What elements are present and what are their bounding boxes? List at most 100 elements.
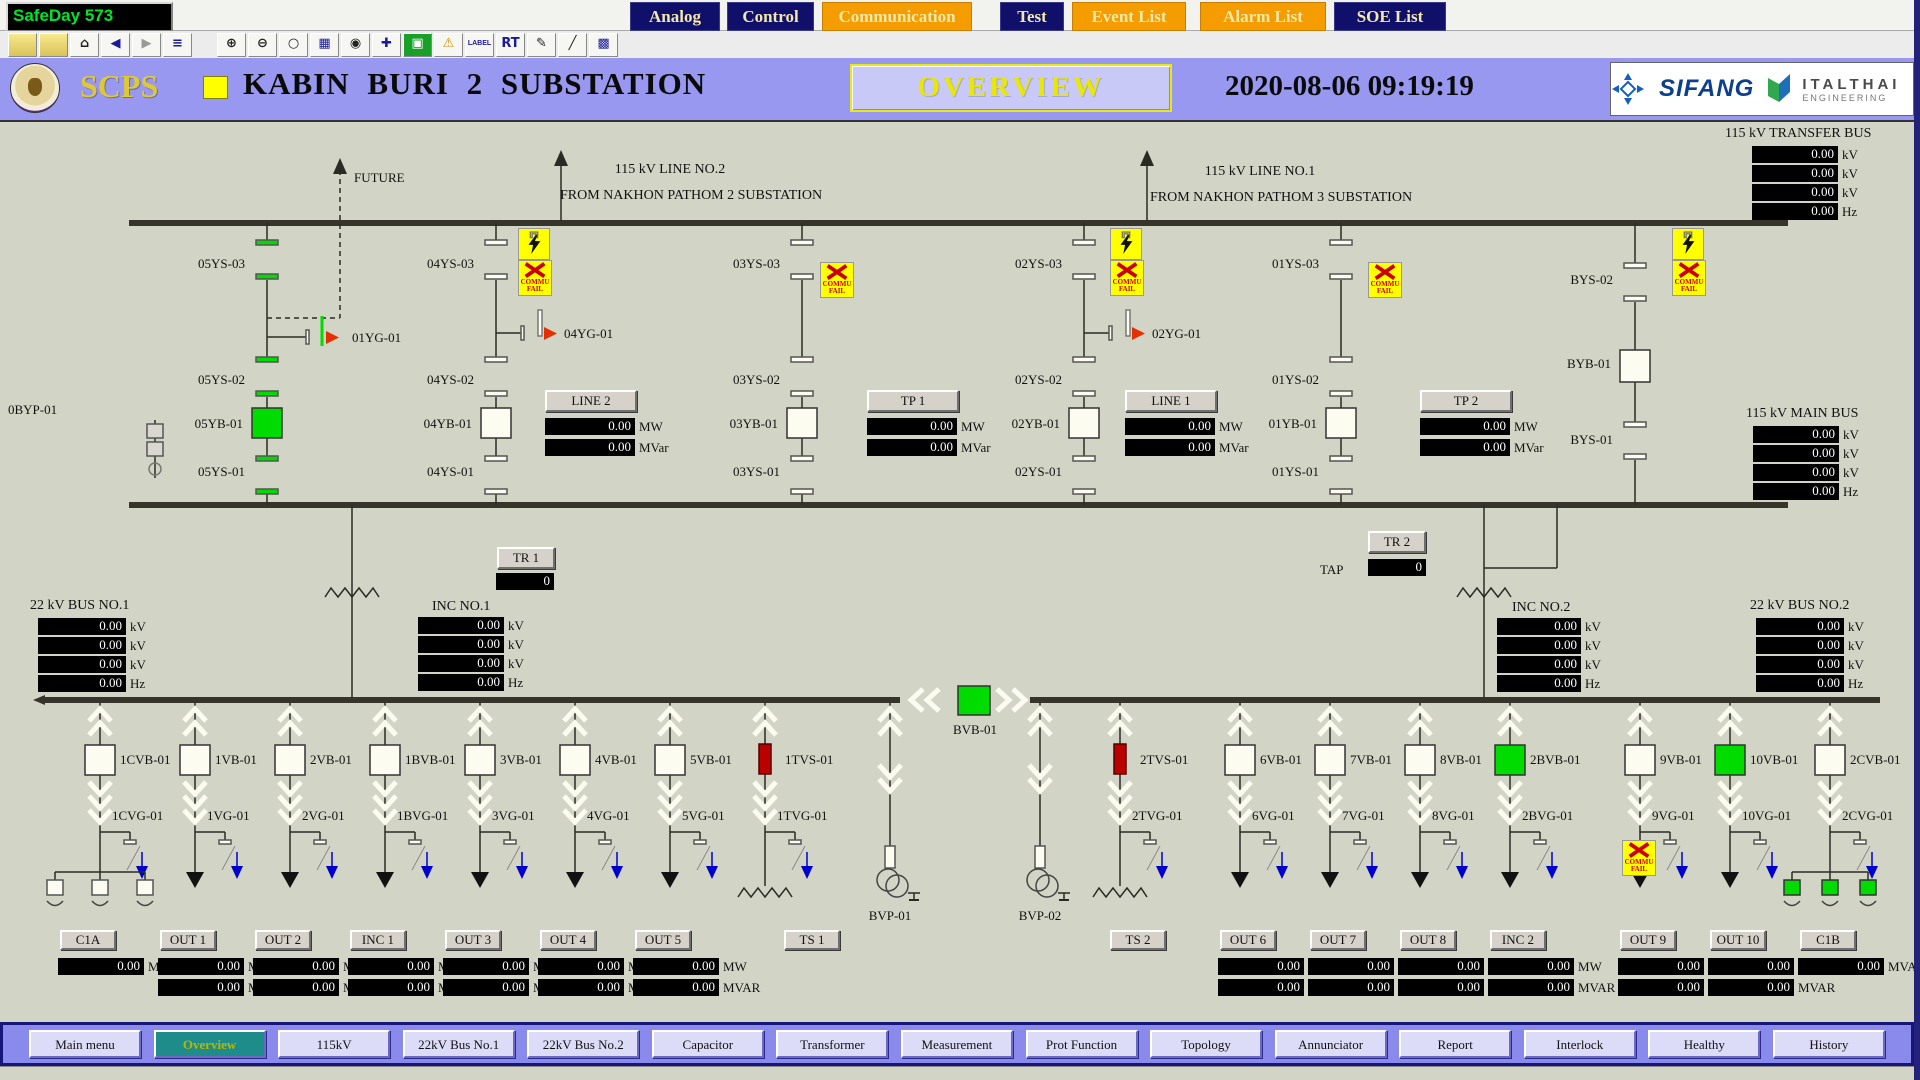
breaker-9VB-01[interactable] (1625, 745, 1655, 775)
breaker-1VB-01[interactable] (180, 745, 210, 775)
panel-button-out10[interactable]: OUT 10 (1710, 930, 1766, 950)
breaker-10VB-01[interactable] (1715, 745, 1745, 775)
open-file-icon[interactable] (8, 33, 37, 57)
breaker-6VB-01[interactable] (1225, 745, 1255, 775)
panel-button-inc2[interactable]: INC 2 (1490, 930, 1546, 950)
analog-button[interactable]: Analog (630, 2, 720, 31)
control-button[interactable]: Control (727, 2, 814, 31)
panel-4-row0-value: 0.00 (443, 958, 529, 975)
nav-main-menu[interactable]: Main menu (29, 1030, 141, 1058)
test-button[interactable]: Test (1000, 2, 1064, 31)
open-folder-icon[interactable] (39, 33, 68, 57)
list-icon[interactable]: ≡ (163, 33, 192, 57)
overview-page-button[interactable]: OVERVIEW (850, 64, 1172, 112)
nav-report[interactable]: Report (1399, 1030, 1511, 1058)
breaker-01YB-01[interactable] (1326, 408, 1356, 438)
edit-icon[interactable]: ✎ (527, 33, 556, 57)
label-icon[interactable]: LABEL (465, 33, 494, 57)
tr2-tap-value: 0 (1368, 559, 1426, 576)
alarm-list-button[interactable]: Alarm List (1200, 2, 1326, 31)
breaker-2VB-01[interactable] (275, 745, 305, 775)
panel-button-out9[interactable]: OUT 9 (1620, 930, 1676, 950)
inc2-panel-row3-unit: Hz (1585, 676, 1600, 692)
commu-fail-alarm-icon: COMMU FAIL (1622, 840, 1656, 876)
panel-button-out5[interactable]: OUT 5 (635, 930, 691, 950)
tr2-button[interactable]: TR 2 (1368, 531, 1426, 553)
bay-ys2-label: 01YS-02 (1229, 372, 1319, 388)
panel-button-ts1[interactable]: TS 1 (784, 930, 840, 950)
back-icon[interactable]: ◀ (101, 33, 130, 57)
breaker-BVB-01[interactable] (958, 686, 990, 715)
breaker-BYB-01[interactable] (1620, 350, 1650, 382)
panel-button-inc1[interactable]: INC 1 (350, 930, 406, 950)
panel-button-out6[interactable]: OUT 6 (1220, 930, 1276, 950)
breaker-8VB-01[interactable] (1405, 745, 1435, 775)
tp1-panel-mw-text: 0.00 (930, 418, 953, 433)
event-list-button[interactable]: Event List (1072, 2, 1186, 31)
breaker-04YB-01[interactable] (481, 408, 511, 438)
panel-button-out7[interactable]: OUT 7 (1310, 930, 1366, 950)
nav-measurement[interactable]: Measurement (901, 1030, 1013, 1058)
tr1-button[interactable]: TR 1 (497, 547, 555, 569)
communication-button[interactable]: Communication (822, 2, 972, 31)
nav-history[interactable]: History (1773, 1030, 1885, 1058)
nav-115kv[interactable]: 115kV (278, 1030, 390, 1058)
realtime-icon[interactable]: RT (496, 33, 525, 57)
bay-ys1-label: 04YS-01 (384, 464, 474, 480)
alarm-ack-icon[interactable]: ⚠ (434, 33, 463, 57)
breaker-2BVB-01[interactable] (1495, 745, 1525, 775)
nav-annunciator[interactable]: Annunciator (1275, 1030, 1387, 1058)
breaker-5VB-01[interactable] (655, 745, 685, 775)
panel-button-c1b[interactable]: C1B (1800, 930, 1856, 950)
panel-button-c1a[interactable]: C1A (60, 930, 116, 950)
soe-list-button[interactable]: SOE List (1334, 2, 1446, 31)
nav-prot-function[interactable]: Prot Function (1026, 1030, 1138, 1058)
panel-button-out4[interactable]: OUT 4 (540, 930, 596, 950)
feeder-breaker-label: 8VB-01 (1440, 752, 1482, 768)
breaker-1CVB-01[interactable] (85, 745, 115, 775)
breaker-02YB-01[interactable] (1069, 408, 1099, 438)
breaker-05YB-01[interactable] (252, 408, 282, 438)
commu-fail-text: COMMU FAIL (1113, 278, 1142, 293)
panel-button-ts2[interactable]: TS 2 (1110, 930, 1166, 950)
zoom-out-icon[interactable]: ⊖ (248, 33, 277, 57)
nav-healthy[interactable]: Healthy (1648, 1030, 1760, 1058)
breaker-3VB-01[interactable] (465, 745, 495, 775)
line2-panel-button[interactable]: LINE 2 (545, 390, 637, 412)
feeder-breaker-label: 5VB-01 (690, 752, 732, 768)
panel-button-out2[interactable]: OUT 2 (255, 930, 311, 950)
zoom-reset-icon[interactable]: ○ (279, 33, 308, 57)
select-mode-icon[interactable]: ▣ (403, 33, 432, 57)
switch-2TVS-01[interactable] (1114, 744, 1126, 774)
bay-ys3-label: 05YS-03 (155, 256, 245, 272)
nav-capacitor[interactable]: Capacitor (652, 1030, 764, 1058)
tp1-panel-button[interactable]: TP 1 (867, 390, 959, 412)
screen-icon[interactable]: ▦ (310, 33, 339, 57)
nav-topology[interactable]: Topology (1150, 1030, 1262, 1058)
nav-22kv-bus-no-2[interactable]: 22kV Bus No.2 (527, 1030, 639, 1058)
panel-button-out1[interactable]: OUT 1 (160, 930, 216, 950)
nav-transformer[interactable]: Transformer (776, 1030, 888, 1058)
nav-overview[interactable]: Overview (154, 1030, 266, 1058)
search-icon[interactable]: ◉ (341, 33, 370, 57)
breaker-03YB-01[interactable] (787, 408, 817, 438)
nav-22kv-bus-no-1[interactable]: 22kV Bus No.1 (403, 1030, 515, 1058)
breaker-2CVB-01[interactable] (1815, 745, 1845, 775)
pan-icon[interactable]: ✚ (372, 33, 401, 57)
feeder-breaker-label: 1TVS-01 (785, 752, 833, 768)
switch-1TVS-01[interactable] (759, 744, 771, 774)
measure-icon[interactable]: ╱ (558, 33, 587, 57)
grid-icon[interactable]: ▩ (589, 33, 618, 57)
line1-panel-button[interactable]: LINE 1 (1125, 390, 1217, 412)
inc2-panel-row2-unit: kV (1585, 657, 1601, 673)
breaker-7VB-01[interactable] (1315, 745, 1345, 775)
breaker-1BVB-01[interactable] (370, 745, 400, 775)
breaker-4VB-01[interactable] (560, 745, 590, 775)
tp2-panel-button[interactable]: TP 2 (1420, 390, 1512, 412)
nav-interlock[interactable]: Interlock (1524, 1030, 1636, 1058)
zoom-in-icon[interactable]: ⊕ (217, 33, 246, 57)
panel-button-out8[interactable]: OUT 8 (1400, 930, 1456, 950)
home-icon[interactable]: ⌂ (70, 33, 99, 57)
panel-button-out3[interactable]: OUT 3 (445, 930, 501, 950)
forward-icon[interactable]: ▶ (132, 33, 161, 57)
